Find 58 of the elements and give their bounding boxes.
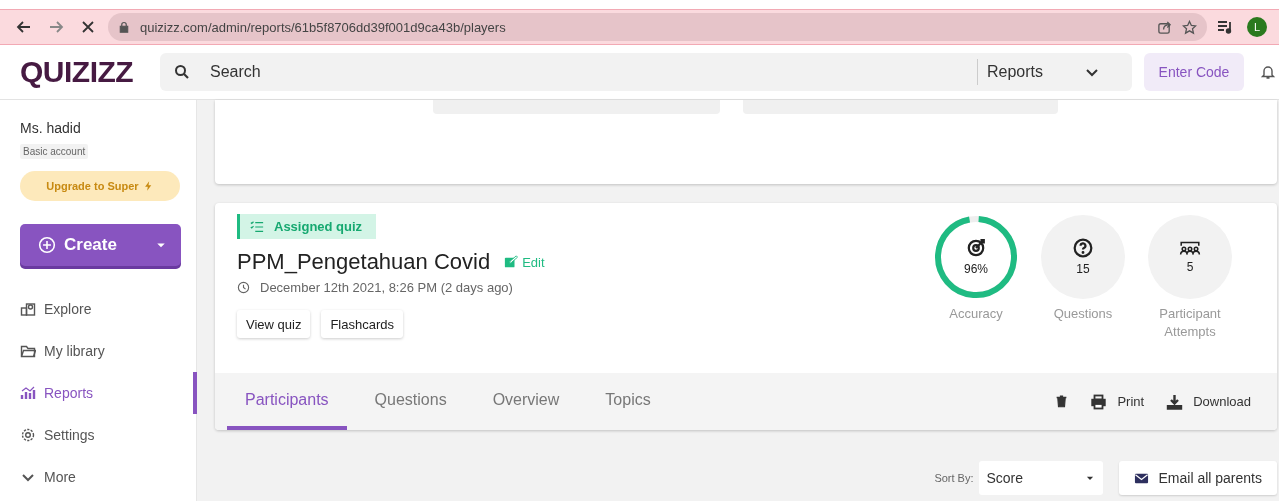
checklist-icon bbox=[250, 219, 264, 234]
forward-arrow-icon bbox=[48, 19, 64, 35]
share-icon bbox=[1157, 19, 1172, 35]
search-icon bbox=[174, 64, 190, 80]
target-icon bbox=[966, 238, 986, 258]
edit-icon bbox=[504, 255, 519, 269]
download-icon bbox=[1166, 393, 1184, 410]
delete-button[interactable] bbox=[1055, 394, 1069, 409]
gear-icon bbox=[20, 427, 36, 443]
sidebar-item[interactable]: Explore bbox=[20, 299, 197, 319]
back-arrow-icon bbox=[16, 19, 32, 35]
bar-chart-icon bbox=[20, 385, 36, 401]
clock-icon bbox=[237, 281, 250, 294]
quiz-title: PPM_Pengetahuan Covid bbox=[237, 249, 491, 275]
lightning-icon bbox=[142, 180, 154, 192]
scope-dropdown[interactable]: Reports bbox=[977, 59, 1132, 85]
print-button[interactable]: Print bbox=[1090, 393, 1145, 410]
search-field[interactable]: Search Reports bbox=[160, 53, 1132, 91]
trash-icon bbox=[1055, 394, 1069, 409]
stat-label: Questions bbox=[1052, 305, 1114, 323]
close-icon bbox=[80, 19, 96, 35]
profile-avatar[interactable]: L bbox=[1247, 17, 1267, 37]
quiz-date: December 12th 2021, 8:26 PM (2 days ago) bbox=[260, 280, 513, 295]
stat-value: 5 bbox=[1186, 260, 1194, 274]
account-badge: Basic account bbox=[20, 144, 89, 159]
create-button[interactable]: Create bbox=[20, 224, 181, 266]
sidebar-item[interactable]: My library bbox=[20, 341, 197, 361]
quiz-action-button[interactable]: Flashcards bbox=[321, 310, 403, 338]
people-icon bbox=[1179, 240, 1201, 256]
bell-icon bbox=[1260, 64, 1276, 80]
buildings-icon bbox=[20, 301, 36, 317]
tab[interactable]: Topics bbox=[587, 373, 669, 430]
email-parents-button[interactable]: Email all parents bbox=[1118, 461, 1277, 495]
address-bar[interactable]: quizizz.com/admin/reports/61b5f8706dd39f001d9ca43b/players bbox=[108, 13, 1207, 41]
enter-code-button[interactable]: Enter Code bbox=[1144, 53, 1244, 91]
folder-icon bbox=[20, 343, 36, 359]
quiz-action-button[interactable]: View quiz bbox=[237, 310, 311, 338]
plus-circle-icon bbox=[38, 236, 56, 254]
tab[interactable]: Overview bbox=[474, 373, 578, 430]
assigned-quiz-tag: Assigned quiz bbox=[237, 214, 377, 239]
sidebar-item[interactable]: More bbox=[20, 467, 197, 487]
user-name: Ms. hadid bbox=[20, 120, 82, 136]
download-button[interactable]: Download bbox=[1166, 393, 1251, 410]
sort-dropdown[interactable]: Score bbox=[978, 461, 1103, 495]
stat-label: Accuracy bbox=[948, 305, 1004, 323]
printer-icon bbox=[1090, 393, 1108, 410]
sort-label: Sort By: bbox=[934, 472, 974, 484]
tab[interactable]: Participants bbox=[227, 373, 347, 430]
stat-value: 96% bbox=[964, 262, 988, 276]
sidebar-item[interactable]: Settings bbox=[20, 425, 197, 445]
playlist-icon bbox=[1217, 19, 1233, 35]
star-icon bbox=[1182, 19, 1197, 35]
tab[interactable]: Questions bbox=[356, 373, 465, 430]
lock-icon bbox=[118, 21, 130, 33]
logo[interactable]: QUIZIZZ bbox=[20, 55, 160, 89]
stat-value: 15 bbox=[1076, 262, 1090, 276]
stat-label: Participant Attempts bbox=[1158, 305, 1222, 341]
question-icon bbox=[1073, 238, 1093, 258]
